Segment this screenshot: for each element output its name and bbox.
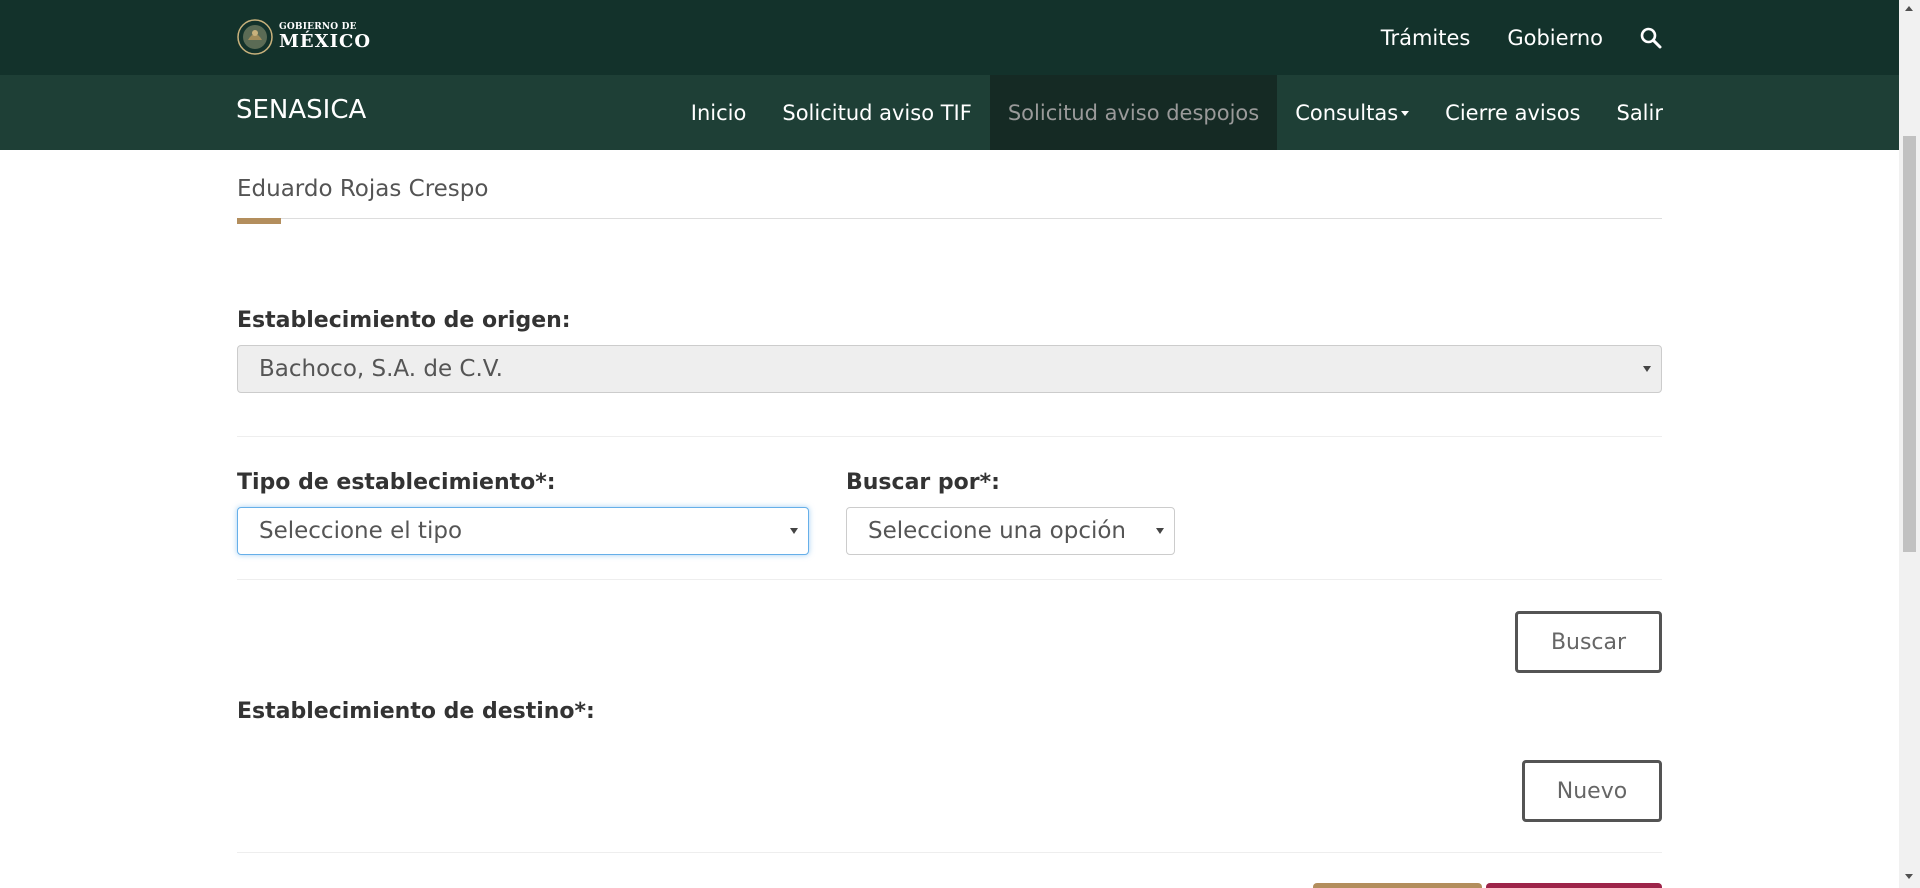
cut-off-button[interactable] bbox=[1486, 883, 1662, 888]
scrollbar[interactable] bbox=[1899, 0, 1920, 888]
nav-item-consultas-label: Consultas bbox=[1295, 100, 1399, 125]
nuevo-button[interactable]: Nuevo bbox=[1522, 760, 1662, 822]
scroll-up-icon[interactable] bbox=[1905, 6, 1913, 11]
tipo-select[interactable]: Seleccione el tipo bbox=[237, 507, 809, 555]
user-name: Eduardo Rojas Crespo bbox=[237, 176, 489, 202]
buscar-por-select[interactable]: Seleccione una opción bbox=[846, 507, 1175, 555]
tipo-label: Tipo de establecimiento*: bbox=[237, 470, 556, 495]
scroll-thumb[interactable] bbox=[1903, 136, 1916, 552]
chevron-down-icon bbox=[1401, 111, 1410, 116]
main-navbar: SENASICA Inicio Solicitud aviso TIF Soli… bbox=[0, 75, 1899, 150]
top-header: GOBIERNO DE MÉXICO Trámites Gobierno bbox=[0, 0, 1899, 75]
divider bbox=[237, 852, 1662, 853]
divider bbox=[237, 218, 1662, 219]
chevron-down-icon bbox=[1643, 366, 1651, 372]
buscar-por-select-value: Seleccione una opción bbox=[868, 518, 1126, 544]
buscar-por-label: Buscar por*: bbox=[846, 470, 1000, 495]
link-tramites[interactable]: Trámites bbox=[1381, 26, 1471, 50]
scroll-down-icon[interactable] bbox=[1905, 874, 1913, 879]
nav-item-cierre-avisos[interactable]: Cierre avisos bbox=[1427, 75, 1598, 150]
nav-item-inicio[interactable]: Inicio bbox=[673, 75, 765, 150]
divider bbox=[237, 579, 1662, 580]
tipo-select-value: Seleccione el tipo bbox=[259, 518, 463, 544]
divider bbox=[237, 436, 1662, 437]
nav-item-consultas[interactable]: Consultas bbox=[1277, 75, 1427, 150]
accent-bar bbox=[237, 218, 281, 224]
gobierno-logo[interactable]: GOBIERNO DE MÉXICO bbox=[236, 18, 371, 56]
destino-label: Establecimiento de destino*: bbox=[237, 699, 595, 724]
coat-of-arms-icon bbox=[236, 18, 274, 56]
origen-select[interactable]: Bachoco, S.A. de C.V. bbox=[237, 345, 1662, 393]
chevron-down-icon bbox=[1156, 528, 1164, 534]
nav-item-salir[interactable]: Salir bbox=[1598, 75, 1663, 150]
link-gobierno[interactable]: Gobierno bbox=[1507, 26, 1603, 50]
logo-big-text: MÉXICO bbox=[279, 31, 372, 52]
chevron-down-icon bbox=[790, 528, 798, 534]
cut-off-button[interactable] bbox=[1313, 883, 1482, 888]
origen-select-value: Bachoco, S.A. de C.V. bbox=[259, 356, 503, 382]
origen-label: Establecimiento de origen: bbox=[237, 308, 571, 333]
search-icon[interactable] bbox=[1639, 26, 1663, 50]
brand-title[interactable]: SENASICA bbox=[236, 95, 366, 125]
buscar-button[interactable]: Buscar bbox=[1515, 611, 1662, 673]
nav-item-solicitud-despojos[interactable]: Solicitud aviso despojos bbox=[989, 75, 1278, 150]
nav-item-solicitud-tif[interactable]: Solicitud aviso TIF bbox=[764, 75, 989, 150]
